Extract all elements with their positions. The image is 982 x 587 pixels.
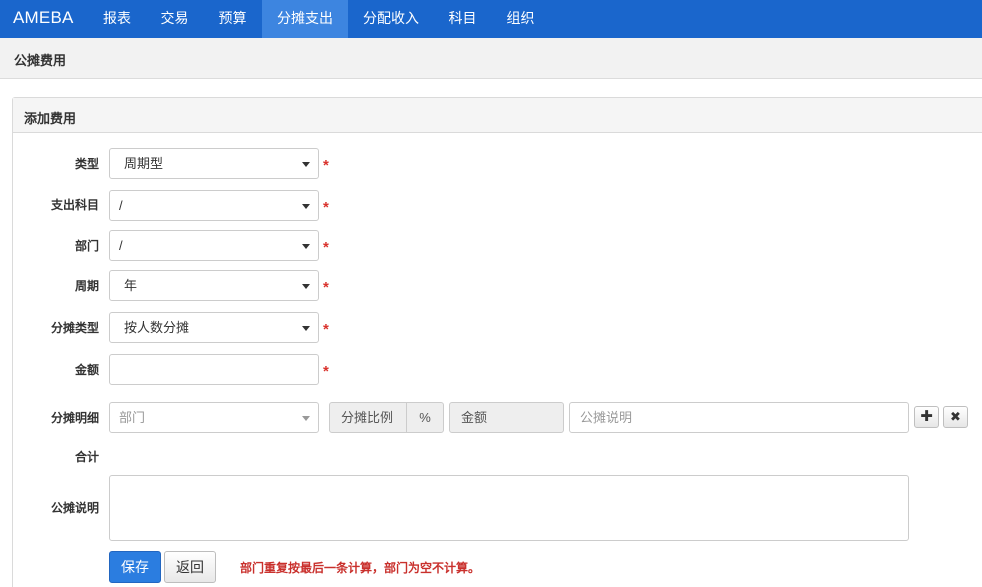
type-select[interactable]: 周期型: [109, 148, 319, 179]
required-mark: *: [323, 279, 329, 296]
nav-item-allocated-income[interactable]: 分配收入: [348, 0, 434, 38]
description-textarea[interactable]: [109, 475, 909, 541]
close-icon: ✖: [950, 409, 961, 424]
detail-amount-placeholder: 金额: [461, 410, 488, 425]
nav-item-allocated-expenses[interactable]: 分摊支出: [262, 0, 348, 38]
period-select[interactable]: 年: [109, 270, 319, 301]
plus-icon: ✚: [920, 408, 933, 425]
chevron-down-icon: [302, 244, 310, 249]
chevron-down-icon: [302, 162, 310, 167]
back-button[interactable]: 返回: [164, 551, 216, 583]
account-select[interactable]: /: [109, 190, 319, 221]
required-mark: *: [323, 363, 329, 380]
chevron-down-icon: [302, 416, 310, 421]
amount-input[interactable]: [109, 354, 319, 385]
amount-label: 金额: [74, 363, 99, 377]
chevron-down-icon: [302, 326, 310, 331]
detail-department-placeholder: 部门: [119, 410, 146, 425]
nav-item-accounts[interactable]: 科目: [434, 0, 491, 38]
panel-header: 添加费用: [13, 98, 982, 133]
allocation-type-select[interactable]: 按人数分摊: [109, 312, 319, 343]
ratio-input-placeholder: 分摊比例: [341, 410, 394, 425]
required-mark: *: [323, 321, 329, 338]
department-select[interactable]: /: [109, 230, 319, 261]
top-navbar: AMEBA 报表 交易 预算 分摊支出 分配收入 科目 组织: [0, 0, 982, 38]
nav-item-budget[interactable]: 预算: [204, 0, 261, 38]
add-row-button[interactable]: ✚: [914, 406, 939, 428]
chevron-down-icon: [302, 284, 310, 289]
required-mark: *: [323, 157, 329, 174]
type-label: 类型: [74, 157, 99, 171]
period-select-value: 年: [124, 278, 138, 293]
chevron-down-icon: [302, 204, 310, 209]
ratio-input[interactable]: 分摊比例: [329, 402, 407, 433]
allocation-type-label: 分摊类型: [50, 321, 99, 335]
total-label: 合计: [74, 450, 99, 464]
detail-description-placeholder: 公摊说明: [580, 410, 633, 425]
allocation-detail-label: 分摊明细: [50, 411, 99, 425]
detail-description-input[interactable]: 公摊说明: [569, 402, 909, 433]
detail-department-select[interactable]: 部门: [109, 402, 319, 433]
account-label: 支出科目: [50, 198, 99, 212]
save-button[interactable]: 保存: [109, 551, 161, 583]
page-title: 公摊费用: [14, 53, 67, 68]
brand-logo[interactable]: AMEBA: [13, 0, 74, 38]
help-note: 部门重复按最后一条计算，部门为空不计算。: [240, 561, 481, 575]
department-label: 部门: [74, 239, 99, 253]
required-mark: *: [323, 239, 329, 256]
department-select-value: /: [119, 238, 123, 253]
nav-item-organization[interactable]: 组织: [492, 0, 549, 38]
required-mark: *: [323, 199, 329, 216]
panel-title: 添加费用: [24, 111, 77, 126]
page-header: 公摊费用: [0, 38, 982, 79]
nav-item-reports[interactable]: 报表: [89, 0, 145, 38]
period-label: 周期: [74, 279, 99, 293]
remove-row-button[interactable]: ✖: [943, 406, 968, 428]
account-select-value: /: [119, 198, 123, 213]
nav-item-transactions[interactable]: 交易: [146, 0, 203, 38]
type-select-value: 周期型: [124, 156, 164, 171]
description-label: 公摊说明: [50, 501, 99, 515]
percent-addon: %: [406, 402, 444, 433]
allocation-type-select-value: 按人数分摊: [124, 320, 190, 335]
detail-amount-input[interactable]: 金额: [449, 402, 564, 433]
